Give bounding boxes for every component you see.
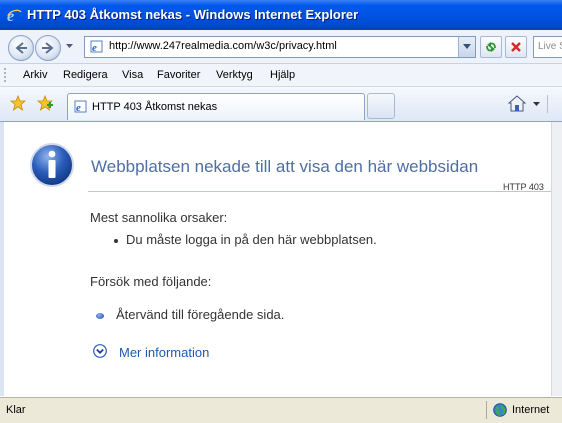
go-back-label[interactable]: Återvänd till föregående sida. — [116, 307, 284, 322]
menu-bar: Arkiv Redigera Visa Favoriter Verktyg Hj… — [0, 64, 562, 87]
page-icon: e — [74, 100, 87, 113]
forward-arrow-icon — [42, 42, 54, 54]
add-favorites-icon[interactable] — [37, 95, 54, 111]
ie-logo-icon: e — [7, 8, 22, 23]
stop-button[interactable] — [505, 36, 527, 58]
favorites-star-icon[interactable] — [10, 95, 26, 111]
error-code: HTTP 403 — [503, 182, 544, 192]
heading-divider — [88, 191, 551, 192]
title-bar[interactable]: e HTTP 403 Åtkomst nekas - Windows Inter… — [0, 0, 562, 30]
home-icon[interactable] — [508, 95, 526, 112]
address-field[interactable]: e http://www.247realmedia.com/w3c/privac… — [84, 36, 476, 58]
address-toolbar: e http://www.247realmedia.com/w3c/privac… — [0, 30, 562, 64]
info-icon — [30, 143, 74, 187]
causes-heading: Mest sannolika orsaker: — [90, 210, 228, 225]
status-separator — [486, 401, 487, 419]
try-heading: Försök med följande: — [90, 274, 212, 289]
search-placeholder: Live S — [538, 41, 562, 52]
page-content: Webbplatsen nekade till att visa den här… — [0, 122, 555, 396]
more-information-label[interactable]: Mer information — [119, 345, 209, 360]
status-bar: Klar Internet — [0, 397, 562, 423]
address-dropdown-button[interactable] — [458, 37, 475, 57]
search-input[interactable]: Live S — [533, 36, 562, 58]
chevron-down-icon — [463, 44, 471, 49]
forward-button[interactable] — [35, 35, 61, 61]
toolbar-grip[interactable] — [4, 68, 9, 82]
back-button[interactable] — [8, 35, 34, 61]
chevron-down-icon — [93, 344, 107, 358]
page-title: Webbplatsen nekade till att visa den här… — [91, 157, 479, 176]
menu-item-hjalp[interactable]: Hjälp — [270, 69, 295, 81]
tab-bar: e HTTP 403 Åtkomst nekas — [0, 87, 562, 122]
menu-item-redigera[interactable]: Redigera — [63, 69, 108, 81]
tab-current[interactable]: e HTTP 403 Åtkomst nekas — [67, 93, 365, 120]
window-title: HTTP 403 Åtkomst nekas - Windows Interne… — [27, 7, 359, 22]
status-text: Klar — [6, 404, 26, 416]
bullet-icon — [96, 312, 104, 319]
menu-item-verktyg[interactable]: Verktyg — [216, 69, 253, 81]
refresh-icon — [486, 42, 496, 52]
list-item: Du måste logga in på den här webbplatsen… — [114, 232, 377, 247]
vertical-scrollbar[interactable] — [551, 122, 562, 396]
new-tab-button[interactable] — [367, 93, 395, 119]
bullet-icon — [114, 238, 118, 243]
toolbar-separator — [547, 95, 548, 113]
refresh-button[interactable] — [480, 36, 502, 58]
back-arrow-icon — [15, 42, 27, 54]
stop-icon — [511, 42, 521, 52]
recent-pages-dropdown-icon[interactable] — [66, 44, 73, 48]
svg-text:e: e — [92, 42, 97, 53]
home-dropdown-icon[interactable] — [533, 102, 540, 106]
svg-text:e: e — [76, 102, 81, 113]
address-url[interactable]: http://www.247realmedia.com/w3c/privacy.… — [109, 40, 337, 52]
tab-label: HTTP 403 Åtkomst nekas — [92, 101, 218, 113]
go-back-link[interactable]: Återvänd till föregående sida. — [96, 307, 284, 322]
menu-item-visa[interactable]: Visa — [122, 69, 143, 81]
security-zone[interactable]: Internet — [512, 404, 549, 416]
cause-text: Du måste logga in på den här webbplatsen… — [126, 232, 377, 247]
globe-icon — [493, 403, 507, 417]
menu-item-arkiv[interactable]: Arkiv — [23, 69, 47, 81]
menu-item-favoriter[interactable]: Favoriter — [157, 69, 200, 81]
page-icon: e — [90, 40, 103, 53]
